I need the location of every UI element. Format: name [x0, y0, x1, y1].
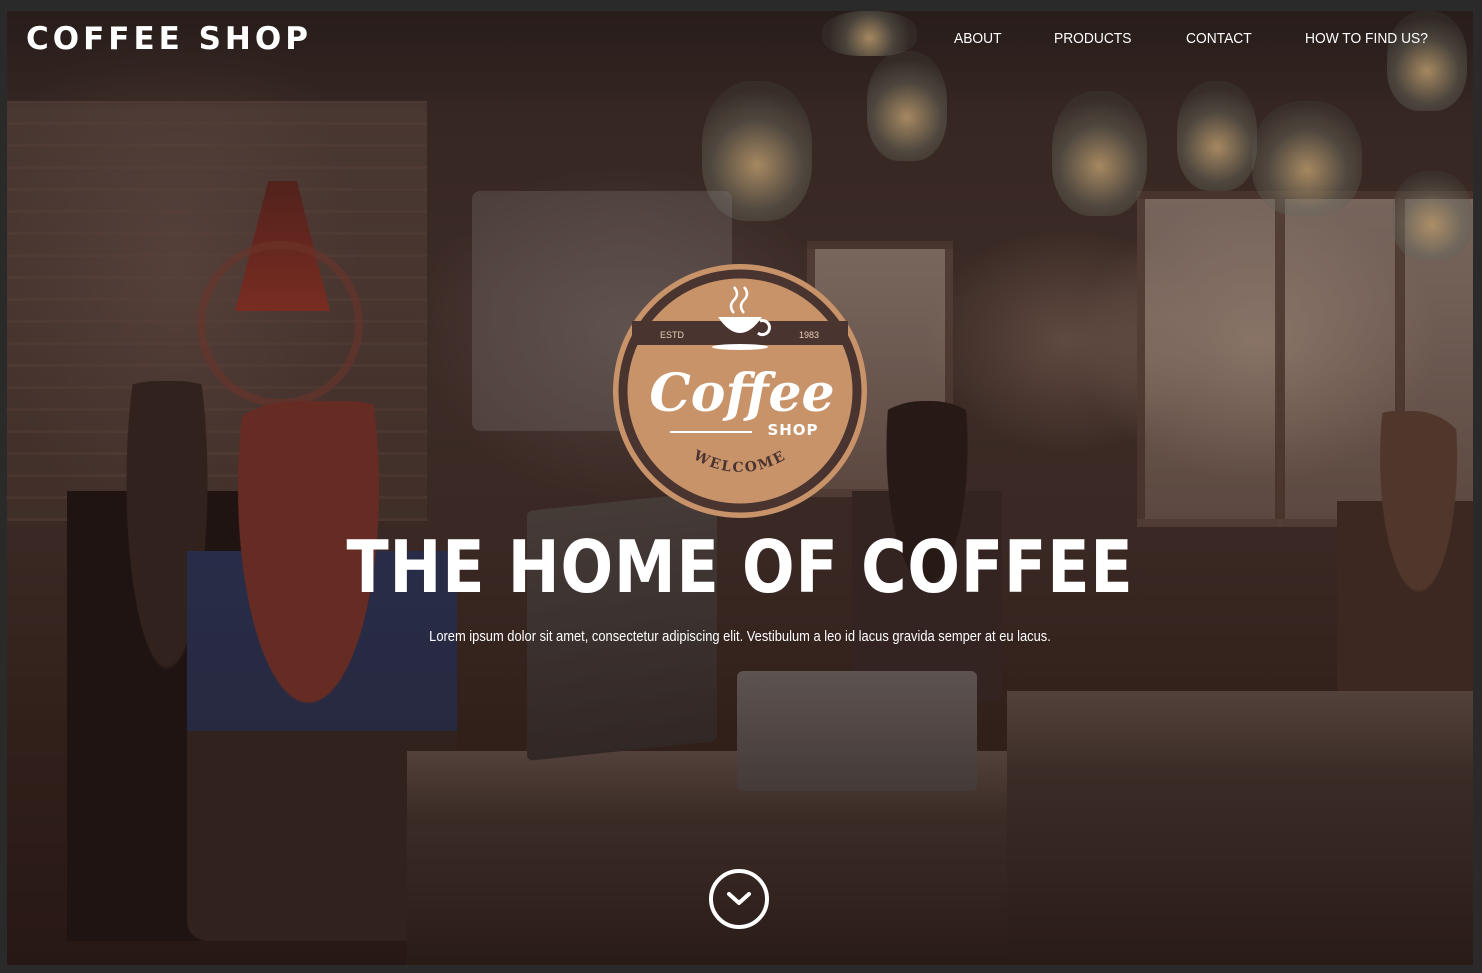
- hero-title: THE HOME OF COFFEE: [346, 525, 1134, 609]
- site-logo[interactable]: COFFEE SHOP: [26, 21, 312, 57]
- nav-how-to-find-us[interactable]: HOW TO FIND US?: [1305, 30, 1428, 47]
- badge-word2: SHOP: [767, 421, 818, 439]
- hero-section: COFFEE SHOP ABOUT PRODUCTS CONTACT HOW T…: [7, 11, 1473, 965]
- badge-estd: ESTD: [660, 330, 685, 340]
- nav-about[interactable]: ABOUT: [954, 30, 1002, 47]
- badge-year: 1983: [799, 330, 819, 340]
- nav-contact[interactable]: CONTACT: [1186, 30, 1252, 47]
- hero-subtitle: Lorem ipsum dolor sit amet, consectetur …: [429, 628, 1051, 645]
- chevron-down-icon: [727, 892, 751, 905]
- coffee-shop-badge-logo: ESTD 1983 Coffee SHOP WELCOME: [613, 264, 867, 518]
- nav-products[interactable]: PRODUCTS: [1054, 30, 1131, 47]
- main-nav: ABOUT PRODUCTS CONTACT HOW TO FIND US?: [954, 30, 1439, 47]
- badge-word: Coffee: [649, 363, 834, 424]
- scroll-down-button[interactable]: [709, 869, 769, 929]
